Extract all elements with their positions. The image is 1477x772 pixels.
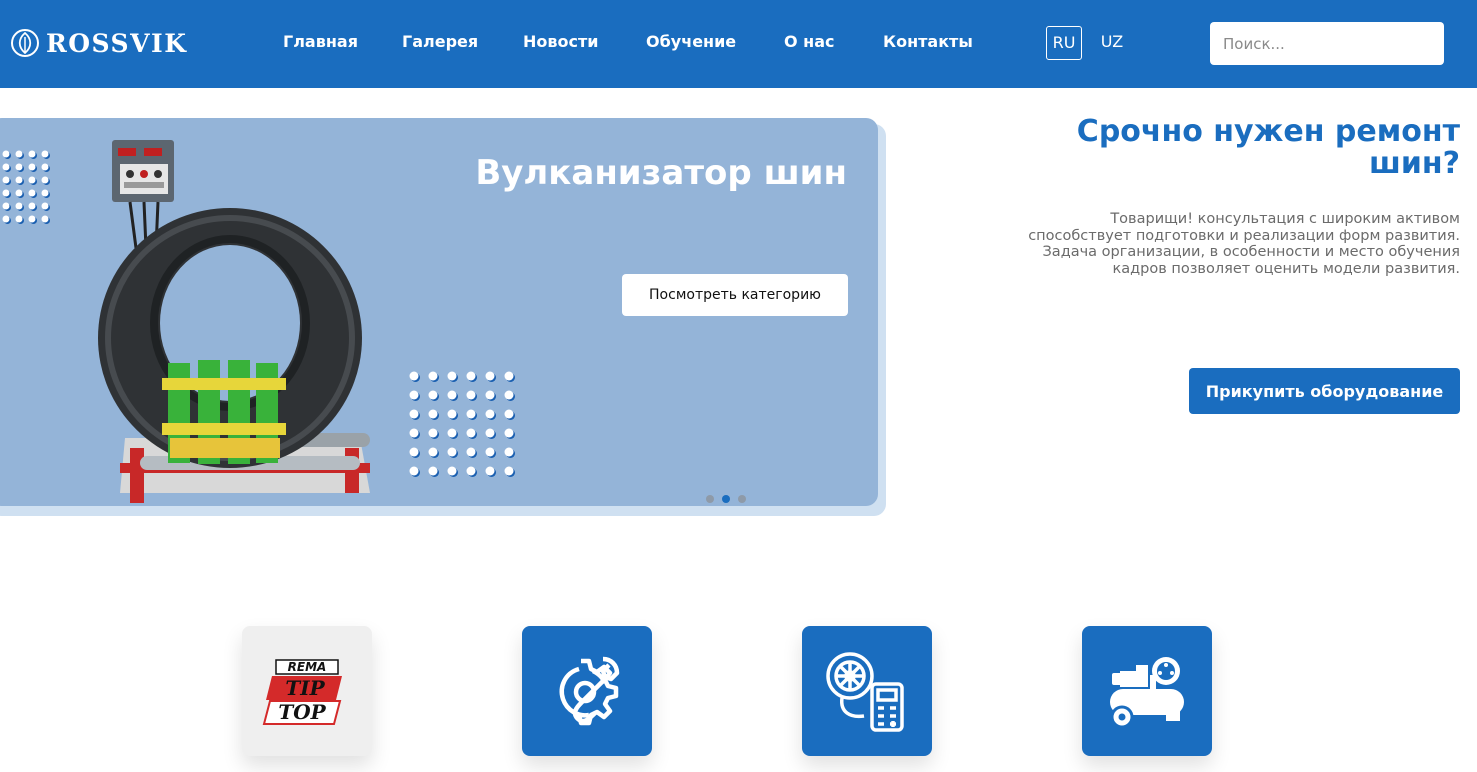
slider-dot-3[interactable]: [738, 495, 746, 503]
category-wheel-balancer[interactable]: [802, 626, 932, 756]
category-rema-tip-top[interactable]: REMA TIP TOP: [242, 626, 372, 756]
nav-home[interactable]: Главная: [283, 32, 358, 52]
air-compressor-icon: [1110, 657, 1184, 729]
tire-vulcanizer-image: [98, 140, 370, 503]
site-header: ROSSVIK Главная Галерея Новости Обучение…: [0, 0, 1477, 88]
slider-dot-1[interactable]: [706, 495, 714, 503]
leaf-circle-icon: [11, 29, 39, 57]
dot-pattern-middle: [409, 371, 515, 477]
logo[interactable]: ROSSVIK: [10, 27, 187, 59]
wheel-balancer-icon: [826, 652, 904, 732]
rema-text: REMA: [288, 660, 327, 674]
lang-ru-button[interactable]: RU: [1046, 26, 1082, 60]
dot-pattern-top: [2, 150, 50, 224]
category-compressor[interactable]: [1082, 626, 1212, 756]
slider-dot-2[interactable]: [722, 495, 730, 503]
nav-contacts[interactable]: Контакты: [883, 32, 973, 52]
gear-wrench-icon: [559, 656, 620, 726]
category-service[interactable]: [522, 626, 652, 756]
nav-news[interactable]: Новости: [523, 32, 598, 52]
search-input[interactable]: [1210, 22, 1444, 65]
nav-training[interactable]: Обучение: [646, 32, 736, 52]
brand-name: ROSSVIK: [46, 28, 188, 58]
buy-equipment-button[interactable]: Прикупить оборудование: [1189, 368, 1460, 414]
view-category-button[interactable]: Посмотреть категорию: [622, 274, 848, 316]
top-text: TOP: [278, 700, 326, 724]
promo-title: Срочно нужен ремонт шин?: [1076, 114, 1460, 181]
rema-tip-top-logo: REMA TIP TOP: [262, 659, 342, 725]
lang-uz-button[interactable]: UZ: [1094, 26, 1130, 60]
slide-title: Вулканизатор шин: [475, 153, 847, 193]
hero-slider: Вулканизатор шин Посмотреть категорию: [0, 118, 878, 506]
promo-text: Товарищи! консультация с широким активом…: [1028, 211, 1460, 277]
tip-text: TIP: [285, 676, 325, 700]
nav-about[interactable]: О нас: [784, 32, 835, 52]
nav-gallery[interactable]: Галерея: [402, 32, 478, 52]
